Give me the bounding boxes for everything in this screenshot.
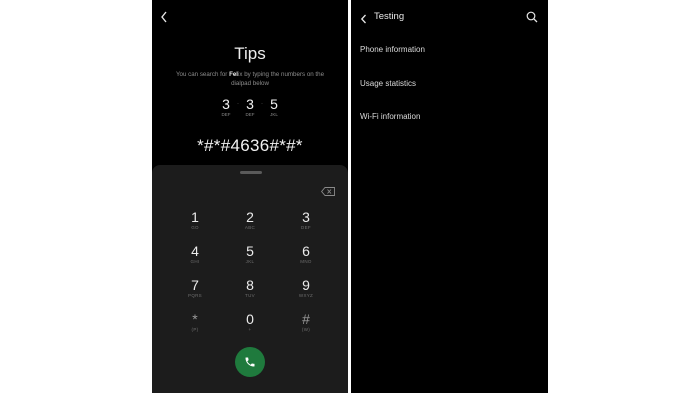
key-3[interactable]: 3 DEF [284,209,328,241]
drag-handle[interactable] [240,171,262,174]
code-hint-digit: 5 JKL [270,96,278,117]
page-title: Testing [374,11,405,22]
tips-title: Tips [234,44,266,63]
menu-item-wifi-information[interactable]: Wi-Fi information [360,112,420,121]
menu-item-phone-information[interactable]: Phone information [360,45,425,54]
code-hint: 3 DEF · 3 DEF · 5 JKL [152,96,348,118]
key-9[interactable]: 9 WXYZ [284,277,328,309]
keypad-sheet: 1 GO 2 ABC 3 DEF 4 GHI 5 JKL 6 MNO 7 PQRS 8 TUV … [152,165,348,393]
code-hint-digit: 3 DEF [221,96,231,117]
backspace-button[interactable] [321,183,335,201]
chevron-left-icon [360,14,366,24]
search-icon [526,11,538,23]
backspace-icon [321,187,335,196]
key-star[interactable]: * (P) [173,311,217,343]
testing-screen: Testing Phone information Usage statisti… [351,0,548,393]
key-4[interactable]: 4 GHI [173,243,217,275]
code-hint-digit: 3 DEF [245,96,255,117]
key-hash[interactable]: # (W) [284,311,328,343]
back-button[interactable] [160,10,168,28]
call-button[interactable] [235,347,265,377]
search-button[interactable] [526,10,538,28]
key-0[interactable]: 0 + [228,311,272,343]
key-1[interactable]: 1 GO [173,209,217,241]
code-separator: · [261,101,263,107]
menu-item-usage-statistics[interactable]: Usage statistics [360,79,416,88]
code-separator: · [237,101,239,107]
key-6[interactable]: 6 MNO [284,243,328,275]
key-7[interactable]: 7 PQRS [173,277,217,309]
tips-text: You can search for Felix by typing the n… [175,71,325,87]
back-button[interactable] [360,11,367,29]
phone-icon [245,357,255,367]
key-2[interactable]: 2 ABC [228,209,272,241]
key-8[interactable]: 8 TUV [228,277,272,309]
chevron-left-icon [161,11,167,23]
dialer-screen: Tips You can search for Felix by typing … [152,0,348,393]
key-5[interactable]: 5 JKL [228,243,272,275]
entered-code: *#*#4636#*#* [197,136,303,155]
